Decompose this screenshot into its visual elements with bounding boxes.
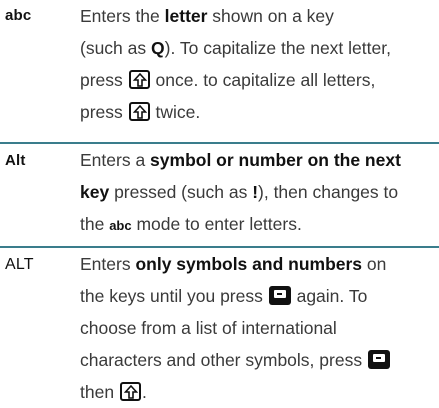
- mode-label-alt-lock: ALT: [5, 256, 34, 273]
- text: twice.: [150, 102, 201, 122]
- text: .: [141, 382, 147, 402]
- text: press: [80, 70, 128, 90]
- text: mode to enter letters.: [131, 214, 302, 234]
- emphasis: Q: [151, 38, 165, 58]
- text: the keys until you press: [80, 286, 268, 306]
- emphasis: key: [80, 182, 110, 202]
- emphasis: only symbols and numbers: [135, 254, 363, 274]
- text: choose from a list of international: [80, 318, 337, 338]
- text: pressed (such as: [109, 182, 253, 202]
- mode-description-alt-lock: Enters only symbols and numbers on the k…: [80, 248, 432, 408]
- emphasis: symbol or number on the next: [150, 150, 401, 170]
- text: then: [80, 382, 119, 402]
- emphasis: letter: [164, 6, 208, 26]
- mode-description-abc: Enters the letter shown on a key (such a…: [80, 0, 432, 128]
- alt-key-icon: [268, 286, 291, 305]
- text: characters and other symbols, press: [80, 350, 367, 370]
- text: ), then changes to: [258, 182, 399, 202]
- text: Enters the: [80, 6, 165, 26]
- alt-key-icon: [367, 350, 390, 369]
- text: Enters a: [80, 150, 151, 170]
- inline-mode-abc: abc: [109, 218, 132, 233]
- mode-description-alt: Enters a symbol or number on the next ke…: [80, 144, 432, 242]
- text: Enters: [80, 254, 136, 274]
- text: again. To: [291, 286, 368, 306]
- text: on: [362, 254, 387, 274]
- shift-key-icon: [119, 382, 141, 401]
- text: the: [80, 214, 110, 234]
- text: once. to capitalize all letters,: [150, 70, 376, 90]
- mode-label-abc: abc: [5, 7, 32, 24]
- text: (such as: [80, 38, 151, 58]
- mode-label-alt: Alt: [5, 152, 26, 169]
- shift-key-icon: [128, 70, 150, 89]
- text: ). To capitalize the next letter,: [164, 38, 391, 58]
- text: press: [80, 102, 128, 122]
- shift-key-icon: [128, 102, 150, 121]
- text: shown on a key: [207, 6, 334, 26]
- keyboard-modes-table: abc Enters the letter shown on a key (su…: [0, 0, 439, 402]
